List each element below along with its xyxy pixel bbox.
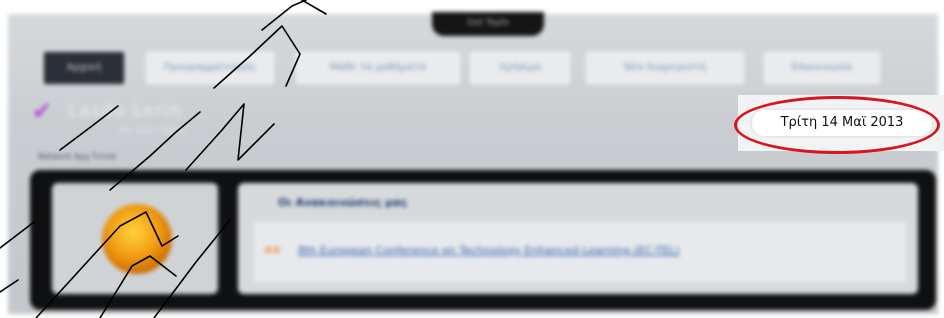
watermark-stroke xyxy=(185,103,275,171)
watermark-stroke xyxy=(301,0,327,15)
watermark-stroke xyxy=(35,211,179,318)
watermark-stroke xyxy=(213,25,301,89)
watermark-stroke xyxy=(59,105,119,151)
watermark-stroke xyxy=(0,279,19,293)
watermark-lines xyxy=(0,0,327,318)
screenshot: Get Toplo Αρχική Προγραμματισμός Μάθε τα… xyxy=(0,0,944,318)
watermark-stroke xyxy=(99,255,177,318)
watermark-stroke xyxy=(109,111,201,191)
watermark-stroke xyxy=(0,221,35,249)
watermark-stroke xyxy=(153,219,231,318)
watermark-stroke xyxy=(261,0,307,31)
